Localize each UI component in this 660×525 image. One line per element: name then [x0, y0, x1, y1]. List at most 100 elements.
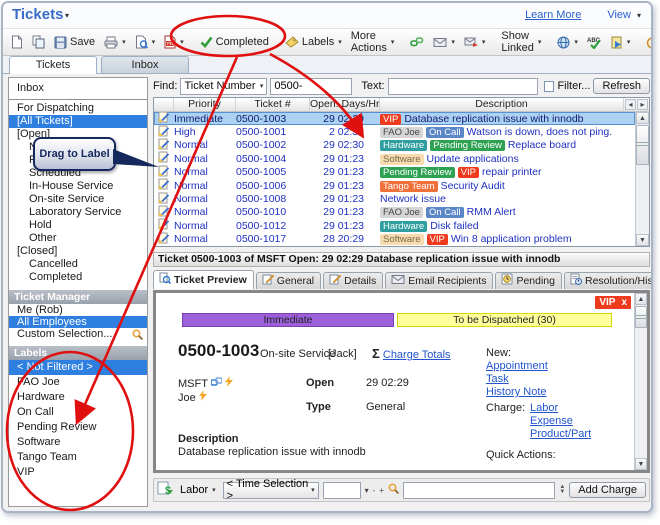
sidebar-item-all-tickets[interactable]: [All Tickets]	[9, 115, 147, 128]
spellcheck-button[interactable]: ABC	[583, 34, 605, 51]
label-item-software[interactable]: Software	[9, 435, 147, 450]
detail-tab-resolution-history[interactable]: Resolution/History	[564, 272, 653, 289]
find-field-selector[interactable]: Ticket Number▾	[180, 78, 267, 95]
learn-more-link[interactable]: Learn More	[525, 9, 581, 21]
email-out-button[interactable]: ▾	[460, 34, 490, 50]
sidebar-item-hold[interactable]: Hold	[9, 219, 147, 232]
timer-button[interactable]	[642, 34, 653, 51]
add-charge-button[interactable]: Add Charge	[569, 482, 646, 498]
show-linked-button[interactable]: Show Linked▾	[497, 28, 545, 56]
scroll-down-button[interactable]: ▼	[635, 458, 647, 470]
table-row[interactable]: Normal0500-101728 20:29SoftwareVIPWin 8 …	[154, 233, 635, 246]
table-row[interactable]: Normal0500-101029 01:23FAO JoeOn CallRMM…	[154, 206, 635, 219]
sidebar-item-custom-selection[interactable]: Custom Selection...	[9, 328, 147, 340]
completed-button[interactable]: Completed	[196, 34, 273, 50]
label-item-hardware[interactable]: Hardware	[9, 390, 147, 405]
find-text-input[interactable]	[388, 78, 538, 95]
scrollbar-thumb[interactable]	[636, 125, 649, 165]
sidebar-item-all-employees[interactable]: All Employees	[9, 316, 147, 328]
sidebar-item-cancelled[interactable]: Cancelled	[9, 258, 147, 271]
scrollbar-thumb[interactable]	[635, 306, 647, 328]
scroll-right-button[interactable]: ▸	[637, 99, 648, 110]
account-link-icon[interactable]	[211, 378, 222, 390]
find-number-input[interactable]	[270, 78, 352, 95]
sidebar-item-me-rob[interactable]: Me (Rob)	[9, 304, 147, 316]
label-item-pending-review[interactable]: Pending Review	[9, 420, 147, 435]
detail-tab-email-recipients[interactable]: Email Recipients	[385, 272, 493, 289]
tab-tickets[interactable]: Tickets	[9, 56, 97, 74]
plus-stepper[interactable]: +	[379, 486, 384, 495]
sidebar-item-laboratory-service[interactable]: Laboratory Service	[9, 206, 147, 219]
column-header-priority[interactable]: Priority	[174, 98, 236, 111]
view-menu[interactable]: View▾	[607, 9, 641, 21]
table-row[interactable]: Normal0500-100629 01:23Tango TeamSecurit…	[154, 179, 635, 192]
more-actions-button[interactable]: More Actions▾	[347, 28, 399, 56]
lightning-icon[interactable]	[199, 392, 207, 404]
copy-button[interactable]	[28, 33, 49, 51]
minus-stepper[interactable]: -	[373, 486, 376, 495]
label-item-on-call[interactable]: On Call	[9, 405, 147, 420]
sidebar-item-completed[interactable]: Completed	[9, 271, 147, 284]
quantity-stepper[interactable]: ▲▼	[559, 485, 565, 495]
label-item-not-filtered[interactable]: < Not Filtered >	[9, 360, 147, 375]
email-button[interactable]: ▾	[429, 35, 459, 50]
filter-checkbox[interactable]	[544, 81, 555, 92]
export-button[interactable]: ▾	[606, 34, 635, 51]
caret-icon[interactable]: ▾	[365, 486, 369, 495]
table-row[interactable]: Immediate0500-100329 02:29VIPDatabase re…	[154, 112, 635, 125]
new-appointment-link[interactable]: Appointment	[486, 360, 548, 373]
hours-input[interactable]	[323, 482, 361, 499]
label-item-fao-joe[interactable]: FAO Joe	[9, 375, 147, 390]
labels-button[interactable]: Labels▾	[281, 34, 346, 50]
tab-inbox[interactable]: Inbox	[101, 56, 189, 73]
table-row[interactable]: Normal0500-100829 01:23Network issue	[154, 192, 635, 205]
sidebar-item-in-house-service[interactable]: In-House Service	[9, 180, 147, 193]
save-button[interactable]: Save	[50, 34, 99, 51]
print-preview-button[interactable]: ▾	[131, 33, 160, 51]
scroll-down-button[interactable]: ▼	[636, 234, 649, 246]
charge-category-dropdown[interactable]: Labor▾	[177, 482, 219, 499]
column-header-description[interactable]: Description	[380, 98, 624, 111]
table-row[interactable]: Normal0500-101229 01:23HardwareDisk fail…	[154, 219, 635, 232]
scroll-up-button[interactable]: ▲	[636, 112, 649, 124]
charge-totals-link[interactable]: Charge Totals	[383, 349, 451, 361]
web-button[interactable]: ▾	[553, 34, 582, 51]
charge-labor-link[interactable]: Labor	[530, 402, 591, 415]
charge-description-input[interactable]	[403, 482, 555, 499]
column-header-open-days-hrs[interactable]: Open: Days/Hrs	[310, 98, 380, 111]
cell-ticket-number: 0500-1004	[236, 153, 310, 165]
scroll-left-button[interactable]: ◂	[625, 99, 636, 110]
pdf-button[interactable]: PDF▾	[160, 33, 188, 51]
search-icon[interactable]	[388, 483, 399, 497]
new-task-link[interactable]: Task	[486, 373, 548, 386]
column-header-ticket[interactable]: Ticket #	[236, 98, 310, 111]
detail-tab-ticket-preview[interactable]: Ticket Preview	[153, 270, 254, 289]
sidebar-item-for-dispatching[interactable]: For Dispatching	[9, 102, 147, 115]
charge-expense-link[interactable]: Expense	[530, 415, 591, 428]
table-row[interactable]: Normal0500-100429 01:23SoftwareUpdate ap…	[154, 152, 635, 165]
time-selection-dropdown[interactable]: < Time Selection >▾	[223, 482, 319, 499]
remove-label-button[interactable]: x	[621, 297, 627, 308]
sidebar-item-other[interactable]: Other	[9, 232, 147, 245]
label-item-vip[interactable]: VIP	[9, 465, 147, 480]
table-row[interactable]: Normal0500-100229 02:30HardwarePending R…	[154, 139, 635, 152]
table-row[interactable]: Normal0500-100529 01:23Pending ReviewVIP…	[154, 166, 635, 179]
sidebar-item-inbox[interactable]: Inbox	[9, 81, 147, 96]
title-caret-icon[interactable]: ▾	[65, 11, 69, 20]
table-row[interactable]: High0500-10012 02:30FAO JoeOn CallWatson…	[154, 125, 635, 138]
sidebar-item-on-site-service[interactable]: On-site Service	[9, 193, 147, 206]
search-icon[interactable]	[132, 329, 143, 343]
new-history-note-link[interactable]: History Note	[486, 386, 548, 399]
new-ticket-button[interactable]	[7, 33, 27, 51]
label-item-tango-team[interactable]: Tango Team	[9, 450, 147, 465]
sidebar-item-closed[interactable]: [Closed]	[9, 245, 147, 258]
detail-tab-pending[interactable]: Pending	[495, 272, 562, 289]
print-button[interactable]: ▾	[100, 34, 130, 51]
charge-product-part-link[interactable]: Product/Part	[530, 428, 591, 441]
scroll-up-button[interactable]: ▲	[635, 293, 647, 305]
link-records-button[interactable]	[406, 34, 428, 50]
detail-tab-details[interactable]: Details	[323, 272, 383, 289]
detail-tab-general[interactable]: General	[256, 272, 321, 289]
refresh-button[interactable]: Refresh	[593, 78, 650, 94]
lightning-icon[interactable]	[225, 378, 233, 390]
